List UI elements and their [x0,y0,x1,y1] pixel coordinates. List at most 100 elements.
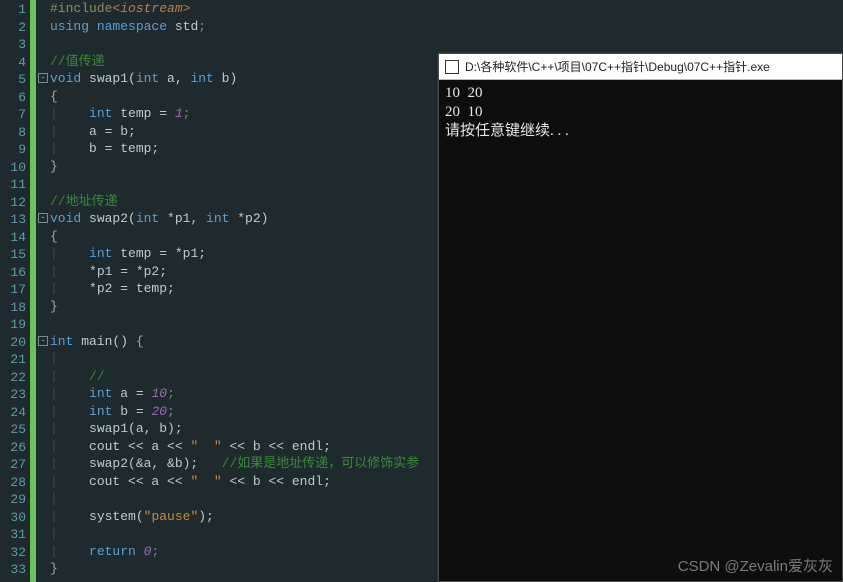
line-number: 14 [0,229,30,247]
line-number: 21 [0,351,30,369]
include-target: <iostream> [112,1,190,16]
code-line[interactable]: using namespace std; [50,18,843,36]
fold-toggle-icon[interactable]: - [38,213,48,223]
punct: ; [167,404,175,419]
line-number: 8 [0,124,30,142]
code-text: b = temp; [58,141,159,156]
param: a, [159,71,190,86]
console-title-bar[interactable]: D:\各种软件\C++\项目\07C++指针\Debug\07C++指针.exe [439,54,842,80]
brace: { [50,229,58,244]
punct: ; [198,19,206,34]
comment: //地址传递 [50,194,118,209]
keyword: void [50,211,81,226]
keyword: int [50,334,73,349]
code-text: a = b; [58,124,136,139]
pad [58,386,89,401]
param: *p1, [159,211,206,226]
keyword: int [136,211,159,226]
brace: } [50,299,58,314]
punct: ; [167,386,175,401]
fn-decl: swap2( [81,211,136,226]
console-line: 请按任意键继续. . . [445,123,569,139]
comment: // [58,369,105,384]
keyword: int [190,71,213,86]
code-text: swap1(a, b); [58,421,183,436]
console-line: 10 20 [445,85,483,101]
line-number: 32 [0,544,30,562]
keyword: int [89,246,112,261]
code-text: swap2(&a, &b); [58,456,198,471]
line-number: 25 [0,421,30,439]
code-text: temp = [112,106,174,121]
fold-gutter: - - - [36,0,50,582]
brace: { [50,89,58,104]
fold-toggle-icon[interactable]: - [38,73,48,83]
line-number: 9 [0,141,30,159]
param: b) [214,71,237,86]
line-number: 10 [0,159,30,177]
keyword: using [50,19,89,34]
code-text: cout << a << [58,439,191,454]
comment: //值传递 [50,54,105,69]
code-text: temp = *p1; [112,246,206,261]
line-number: 20 [0,334,30,352]
pad [58,544,89,559]
code-text: *p1 = *p2; [58,264,167,279]
pad [58,404,89,419]
line-number: 7 [0,106,30,124]
fold-toggle-icon[interactable]: - [38,336,48,346]
line-number: 22 [0,369,30,387]
identifier: std [175,19,198,34]
line-number: 13 [0,211,30,229]
code-line[interactable]: #include<iostream> [50,0,843,18]
number: 20 [151,404,167,419]
line-number: 26 [0,439,30,457]
string: "pause" [144,509,199,524]
code-text: ); [198,509,214,524]
code-text: << b << endl; [222,439,331,454]
pad [58,246,89,261]
line-number: 19 [0,316,30,334]
punct: ; [183,106,191,121]
code-text: system( [58,509,144,524]
keyword: int [89,386,112,401]
code-text: b = [112,404,151,419]
line-number: 31 [0,526,30,544]
console-title-text: D:\各种软件\C++\项目\07C++指针\Debug\07C++指针.exe [465,58,770,75]
line-number: 11 [0,176,30,194]
line-number: 2 [0,19,30,37]
line-number: 33 [0,561,30,579]
line-number: 29 [0,491,30,509]
line-number: 30 [0,509,30,527]
code-text: << b << endl; [222,474,331,489]
line-number: 24 [0,404,30,422]
punct: ; [151,544,159,559]
number: 1 [175,106,183,121]
keyword: namespace [97,19,167,34]
brace: } [50,561,58,576]
keyword: int [136,71,159,86]
line-number: 12 [0,194,30,212]
line-number: 6 [0,89,30,107]
preproc: #include [50,1,112,16]
fn-decl: swap1( [81,71,136,86]
line-number: 28 [0,474,30,492]
code-line[interactable] [50,35,843,53]
pad [58,106,89,121]
keyword: int [206,211,229,226]
line-number: 17 [0,281,30,299]
brace: } [50,159,58,174]
string: " " [190,474,221,489]
line-number: 3 [0,36,30,54]
console-window[interactable]: D:\各种软件\C++\项目\07C++指针\Debug\07C++指针.exe… [438,53,843,582]
keyword: int [89,106,112,121]
line-number: 4 [0,54,30,72]
pad [136,544,144,559]
line-number-gutter: 1 2 3 4 5 6 7 8 9 10 11 12 13 14 15 16 1… [0,0,30,582]
line-number: 15 [0,246,30,264]
param: *p2) [229,211,268,226]
console-line: 20 10 [445,104,483,120]
app-icon [445,60,459,74]
line-number: 1 [0,1,30,19]
line-number: 18 [0,299,30,317]
